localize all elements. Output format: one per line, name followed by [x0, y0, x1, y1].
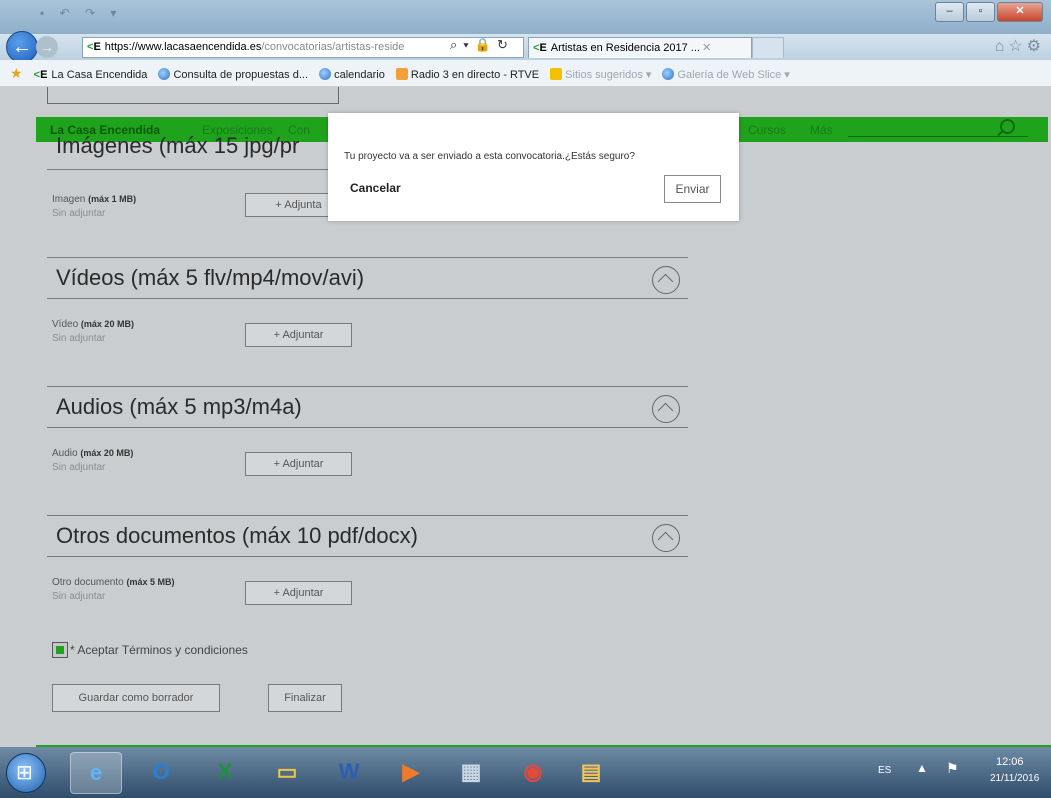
- collapse-chevron-icon[interactable]: [652, 266, 680, 294]
- language-indicator[interactable]: ES: [878, 765, 891, 776]
- address-bar-icons: ⌕▾🔒↻: [450, 37, 514, 53]
- site-search-input[interactable]: [848, 136, 1028, 137]
- windows-taskbar: e O X ▭ W ▶ ▦ ◉ ▤ ES ▲ ⚑ 12:06 21/11/201…: [0, 747, 1051, 798]
- page-content: La Casa Encendida Exposiciones Con Curso…: [0, 87, 1051, 747]
- action-center-flag-icon[interactable]: ⚑: [946, 760, 959, 777]
- clock-time[interactable]: 12:06: [996, 756, 1024, 768]
- attachment-status: Sin adjuntar: [52, 591, 106, 602]
- bing-icon: [550, 68, 563, 80]
- search-icon[interactable]: [1000, 119, 1015, 134]
- explorer-taskbar-icon[interactable]: ▤: [566, 752, 616, 792]
- terms-checkbox[interactable]: [52, 642, 68, 658]
- attachment-status: Sin adjuntar: [52, 208, 106, 219]
- radio-icon: [395, 68, 408, 80]
- start-button[interactable]: [6, 753, 46, 793]
- collapse-chevron-icon[interactable]: [652, 524, 680, 552]
- field-label: Otro documento (máx 5 MB): [52, 577, 175, 588]
- window-titlebar: ▪ ↶ ↷ ▾ – ▫ ✕: [0, 0, 1051, 34]
- media-taskbar-icon[interactable]: ▶: [386, 752, 436, 792]
- favorites-bar: ★ <E La Casa Encendida Consulta de propue…: [0, 60, 1051, 87]
- settings-gear-icon[interactable]: ⚙: [1027, 38, 1045, 55]
- field-label: Imagen (máx 1 MB): [52, 194, 137, 205]
- save-draft-button[interactable]: Guardar como borrador: [52, 684, 220, 712]
- favicon: <E: [33, 69, 48, 81]
- back-button[interactable]: ←: [6, 31, 38, 63]
- dropdown-icon[interactable]: ▾: [463, 37, 474, 52]
- site-favicon: <E: [87, 41, 101, 53]
- tab-title: Artistas en Residencia 2017 ...: [550, 42, 700, 54]
- field-label: Vídeo (máx 20 MB): [52, 319, 134, 330]
- field-label: Audio (máx 20 MB): [52, 448, 134, 459]
- nav-link-cursos[interactable]: Cursos: [748, 123, 786, 137]
- attachment-status: Sin adjuntar: [52, 333, 106, 344]
- confirm-dialog: Tu proyecto va a ser enviado a esta conv…: [328, 113, 739, 221]
- favorite-item[interactable]: Sitios sugeridos ▾: [550, 62, 651, 88]
- clock-date[interactable]: 21/11/2016: [990, 773, 1039, 784]
- attachment-status: Sin adjuntar: [52, 462, 106, 473]
- notes-taskbar-icon[interactable]: ▦: [446, 752, 496, 792]
- finish-button[interactable]: Finalizar: [268, 684, 342, 712]
- section-title: Imágenes (máx 15 jpg/pr: [56, 133, 300, 158]
- favorite-item[interactable]: calendario: [319, 62, 385, 88]
- ie-page-icon: [319, 68, 332, 80]
- search-icon[interactable]: ⌕: [450, 37, 463, 52]
- browser-nav-bar: ← → <E https://www.lacasaencendida.es/con…: [0, 31, 1051, 63]
- attach-video-button[interactable]: + Adjuntar: [245, 323, 352, 347]
- ie-taskbar-icon[interactable]: e: [70, 752, 122, 794]
- minimize-button[interactable]: –: [935, 2, 964, 22]
- section-header[interactable]: Audios (máx 5 mp3/m4a): [47, 386, 688, 428]
- home-icon[interactable]: ⌂: [995, 38, 1009, 55]
- section-header[interactable]: Vídeos (máx 5 flv/mp4/mov/avi): [47, 257, 688, 299]
- favorite-item[interactable]: Radio 3 en directo - RTVE: [395, 62, 539, 88]
- maximize-button[interactable]: ▫: [966, 2, 995, 22]
- collapse-chevron-icon[interactable]: [652, 395, 680, 423]
- window-controls: – ▫ ✕: [935, 2, 1043, 22]
- previous-field-box: [47, 87, 339, 104]
- refresh-icon[interactable]: ↻: [497, 37, 514, 52]
- section-title: Audios (máx 5 mp3/m4a): [56, 394, 302, 419]
- url-site: https://www.lacasaencendida.es: [104, 41, 262, 53]
- favorite-item[interactable]: <E La Casa Encendida: [30, 62, 148, 88]
- chrome-taskbar-icon[interactable]: ◉: [508, 752, 558, 792]
- favorites-star-icon[interactable]: ☆: [1008, 38, 1026, 55]
- favorite-item[interactable]: Galería de Web Slice ▾: [662, 62, 790, 88]
- tray-expand-icon[interactable]: ▲: [916, 761, 928, 775]
- section-header[interactable]: Otros documentos (máx 10 pdf/docx): [47, 515, 688, 557]
- favorite-item[interactable]: Consulta de propuestas d...: [158, 62, 308, 88]
- close-tab-icon[interactable]: ✕: [702, 42, 711, 54]
- send-button[interactable]: Enviar: [664, 175, 721, 203]
- tab-favicon: <E: [533, 42, 547, 54]
- browser-toolbar-icons: ⌂☆⚙: [995, 36, 1045, 56]
- section-title: Vídeos (máx 5 flv/mp4/mov/avi): [56, 265, 365, 290]
- attach-audio-button[interactable]: + Adjuntar: [245, 452, 352, 476]
- attach-document-button[interactable]: + Adjuntar: [245, 581, 352, 605]
- forward-button[interactable]: →: [36, 36, 58, 58]
- new-tab-button[interactable]: [752, 37, 784, 58]
- ie-page-icon: [662, 68, 675, 80]
- dialog-message: Tu proyecto va a ser enviado a esta conv…: [344, 151, 635, 162]
- url-path: /convocatorias/artistas-reside: [261, 41, 405, 53]
- nav-link-mas[interactable]: Más: [810, 123, 833, 137]
- section-title: Otros documentos (máx 10 pdf/docx): [56, 523, 418, 548]
- browser-tab[interactable]: <E Artistas en Residencia 2017 ... ✕: [528, 37, 752, 58]
- quick-access-toolbar: ▪ ↶ ↷ ▾: [40, 6, 123, 20]
- ie-page-icon: [158, 68, 171, 80]
- outlook-taskbar-icon[interactable]: O: [136, 752, 186, 792]
- close-window-button[interactable]: ✕: [997, 2, 1043, 22]
- lock-icon[interactable]: 🔒: [475, 37, 497, 52]
- folder-taskbar-icon[interactable]: ▭: [262, 752, 312, 792]
- word-taskbar-icon[interactable]: W: [324, 752, 374, 792]
- terms-label[interactable]: * Aceptar Términos y condiciones: [70, 643, 248, 657]
- excel-taskbar-icon[interactable]: X: [200, 752, 250, 792]
- favorites-star-icon[interactable]: ★: [10, 60, 23, 86]
- cancel-button[interactable]: Cancelar: [350, 181, 401, 195]
